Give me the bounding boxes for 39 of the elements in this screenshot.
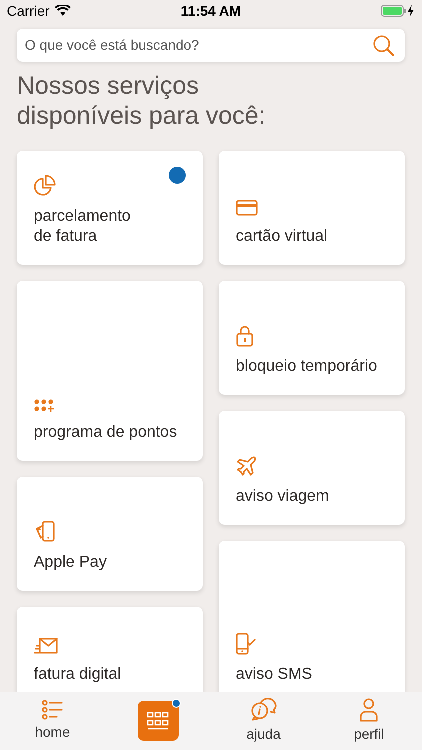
credit-card-icon <box>236 199 258 217</box>
phone-card-icon <box>34 521 56 543</box>
lock-icon <box>236 325 254 347</box>
dots-plus-icon <box>34 399 56 413</box>
service-card[interactable]: programa de pontos <box>17 281 203 461</box>
wifi-icon <box>54 5 71 17</box>
envelope-icon <box>34 637 58 655</box>
service-label: aviso viagem <box>236 487 330 507</box>
person-icon <box>359 698 380 722</box>
service-card[interactable]: fatura digital <box>17 607 203 693</box>
service-label: parcelamento de fatura <box>34 207 132 247</box>
tab[interactable] <box>138 701 179 741</box>
airplane-icon <box>236 455 258 477</box>
service-label: aviso SMS <box>236 665 314 685</box>
service-label: bloqueio temporário <box>236 357 378 377</box>
service-label: Apple Pay <box>34 553 108 573</box>
service-label: programa de pontos <box>34 423 178 443</box>
carrier-label: Carrier <box>7 2 50 20</box>
grid-icon <box>147 712 170 730</box>
service-card[interactable]: aviso SMS <box>219 541 405 693</box>
tab[interactable]: home <box>35 700 70 742</box>
page-heading: Nossos serviços disponíveis para você: <box>17 71 267 131</box>
service-card[interactable]: Apple Pay <box>17 477 203 591</box>
service-card[interactable]: bloqueio temporário <box>219 281 405 395</box>
search-icon <box>373 34 395 56</box>
service-card[interactable]: cartão virtual <box>219 151 405 265</box>
chat-info-icon <box>250 698 277 722</box>
list-icon <box>42 700 64 720</box>
tab[interactable]: perfil <box>354 698 384 744</box>
service-label: cartão virtual <box>236 227 329 247</box>
service-card[interactable]: aviso viagem <box>219 411 405 525</box>
battery-charging-icon <box>381 5 415 17</box>
service-card[interactable]: parcelamento de fatura <box>17 151 203 265</box>
search-field[interactable]: O que você está buscando? <box>17 29 405 62</box>
pie-chart-icon <box>34 175 56 197</box>
phone-check-icon <box>236 633 256 655</box>
clock-time: 11:54 AM <box>180 2 242 20</box>
tab[interactable]: ajuda <box>246 698 281 744</box>
service-label: fatura digital <box>34 665 122 685</box>
